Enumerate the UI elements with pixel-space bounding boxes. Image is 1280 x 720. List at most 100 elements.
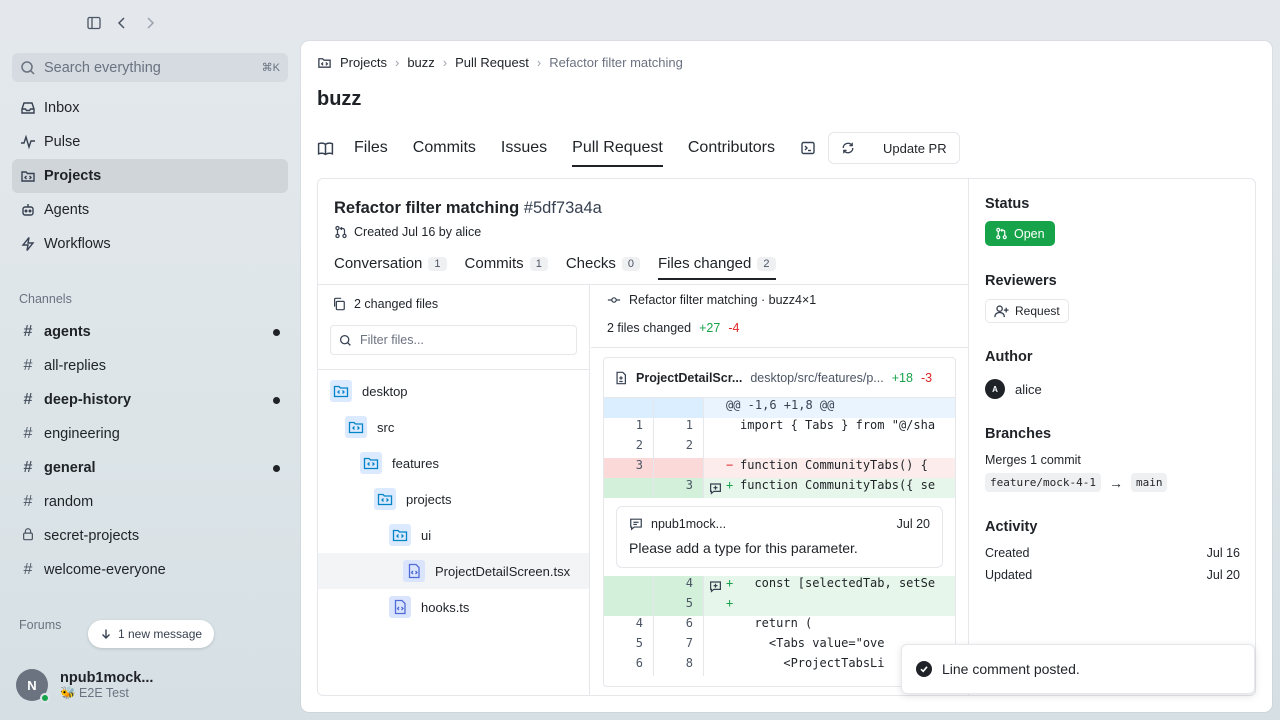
update-pr-button[interactable]: Update PR (828, 132, 960, 164)
tab-contributors[interactable]: Contributors (688, 133, 775, 163)
activity-updated: Updated Jul 20 (985, 568, 1240, 582)
nav-item-workflows[interactable]: Workflows (12, 227, 288, 261)
old-line-number: 6 (604, 656, 654, 676)
agents-icon (20, 202, 36, 218)
nav-item-inbox[interactable]: Inbox (12, 91, 288, 125)
request-review-button[interactable]: Request (985, 299, 1069, 323)
pull-request-icon (995, 227, 1008, 240)
changed-files-count: 2 changed files (354, 297, 439, 311)
forward-icon[interactable] (140, 13, 160, 33)
code-text: import { Tabs } from "@/sha (740, 418, 936, 432)
channel-item-random[interactable]: # random (12, 485, 288, 519)
nav-item-pulse[interactable]: Pulse (12, 125, 288, 159)
subtab-conversation[interactable]: Conversation 1 (334, 255, 447, 280)
breadcrumb-projects[interactable]: Projects (340, 55, 387, 70)
diff-line[interactable]: 3 + function CommunityTabs({ se (604, 478, 955, 498)
tab-pull-request[interactable]: Pull Request (572, 133, 663, 167)
diff-lines-top: 1 1 import { Tabs } from "@/sha 2 2 3− functio… (604, 418, 955, 498)
lock-icon (20, 527, 36, 546)
channel-item-secret-projects[interactable]: secret-projects (12, 519, 288, 553)
tree-folder-ui[interactable]: ui (318, 517, 589, 553)
main-nav: Inbox Pulse Projects Agents Workflows (12, 91, 288, 261)
channel-item-agents[interactable]: # agents (12, 315, 288, 349)
reviewers-heading: Reviewers (985, 273, 1057, 289)
channel-label: deep-history (44, 392, 132, 408)
search-input[interactable]: Search everything ⌘K (12, 53, 288, 82)
diff-sign: − (726, 458, 734, 472)
projects-icon (20, 168, 36, 184)
comment-author[interactable]: npub1mock... (651, 517, 726, 531)
nav-item-projects[interactable]: Projects (12, 159, 288, 193)
changed-files-header: 2 changed files (332, 297, 438, 311)
diff-summary: 2 files changed +27 -4 (607, 321, 739, 335)
author-row[interactable]: A alice (985, 379, 1042, 399)
tab-files[interactable]: Files (354, 133, 388, 163)
pr-details-sidebar: Status Open Reviewers Request Author A a… (968, 179, 1255, 695)
back-icon[interactable] (112, 13, 132, 33)
subtab-commits[interactable]: Commits 1 (465, 255, 548, 280)
tree-folder-src[interactable]: src (318, 409, 589, 445)
pr-title: Refactor filter matching #5df73a4a (334, 199, 602, 218)
tree-folder-features[interactable]: features (318, 445, 589, 481)
channel-label: secret-projects (44, 528, 140, 544)
hash-icon: # (23, 323, 33, 340)
channel-item-engineering[interactable]: # engineering (12, 417, 288, 451)
old-line-number: 2 (604, 438, 654, 458)
code-file-icon (389, 596, 411, 618)
channel-item-welcome-everyone[interactable]: # welcome-everyone (12, 553, 288, 587)
filter-files-input[interactable]: Filter files... (330, 325, 577, 355)
diff-pane: Refactor filter matching · buzz4×1 2 fil… (591, 285, 968, 695)
avatar-initial: N (27, 677, 37, 693)
channel-item-all-replies[interactable]: # all-replies (12, 349, 288, 383)
count-badge: 2 (757, 256, 776, 271)
tree-folder-projects[interactable]: projects (318, 481, 589, 517)
code-folder-icon (360, 452, 382, 474)
add-comment-icon[interactable] (704, 576, 726, 596)
tree-folder-desktop[interactable]: desktop (318, 373, 589, 409)
hash-icon: # (23, 561, 33, 578)
new-line-number: 1 (654, 418, 704, 438)
nav-item-agents[interactable]: Agents (12, 193, 288, 227)
tab-issues[interactable]: Issues (501, 133, 547, 163)
merges-text: Merges 1 commit (985, 453, 1081, 467)
online-indicator (40, 693, 50, 703)
hash-icon: # (23, 459, 33, 476)
nav-label: Inbox (44, 100, 80, 116)
changed-files-pane: 2 changed files Filter files... desktop … (318, 285, 590, 695)
sidebar-toggle-icon[interactable] (84, 13, 104, 33)
count-badge: 1 (428, 256, 447, 271)
tree-file-hooks[interactable]: hooks.ts (318, 589, 589, 625)
channel-item-general[interactable]: # general (12, 451, 288, 485)
diff-line[interactable]: 4 + const [selectedTab, setSe (604, 576, 955, 596)
diff-line[interactable]: 22 (604, 438, 955, 458)
activity-heading: Activity (985, 519, 1038, 535)
diff-line[interactable]: 46 return ( (604, 616, 955, 636)
new-line-number: 8 (654, 656, 704, 676)
code-folder-icon (389, 524, 411, 546)
hunk-header: @@ -1,6 +1,8 @@ (604, 398, 955, 418)
breadcrumb-pull-request[interactable]: Pull Request (455, 55, 529, 70)
pr-hash: #5df73a4a (523, 199, 602, 217)
subtab-files-changed[interactable]: Files changed 2 (657, 255, 776, 280)
new-message-pill[interactable]: 1 new message (88, 620, 215, 648)
unread-dot (273, 328, 280, 336)
diff-line[interactable]: 5 + (604, 596, 955, 616)
diff-line[interactable]: 1 1 import { Tabs } from "@/sha (604, 418, 955, 438)
diff-line[interactable]: 3 − function CommunityTabs() { (604, 458, 955, 478)
channel-item-deep-history[interactable]: # deep-history (12, 383, 288, 417)
tree-file-project-detail-screen[interactable]: ProjectDetailScreen.tsx (318, 553, 589, 589)
tab-commits[interactable]: Commits (413, 133, 476, 163)
nav-label: Projects (44, 168, 102, 184)
file-diff: ProjectDetailScr... desktop/src/features… (603, 357, 956, 687)
file-diff-header[interactable]: ProjectDetailScr... desktop/src/features… (604, 358, 955, 398)
terminal-icon[interactable] (800, 140, 816, 156)
gutter (704, 636, 726, 656)
current-user[interactable]: N npub1mock... 🐝 E2E Test (16, 669, 153, 703)
subtab-checks[interactable]: Checks 0 (566, 255, 640, 280)
add-comment-icon[interactable] (704, 478, 726, 498)
hash-icon: # (23, 357, 33, 374)
author-name: alice (1015, 381, 1042, 397)
code-folder-icon (345, 416, 367, 438)
readme-book-icon[interactable] (317, 140, 334, 157)
breadcrumb-repo[interactable]: buzz (407, 55, 434, 70)
